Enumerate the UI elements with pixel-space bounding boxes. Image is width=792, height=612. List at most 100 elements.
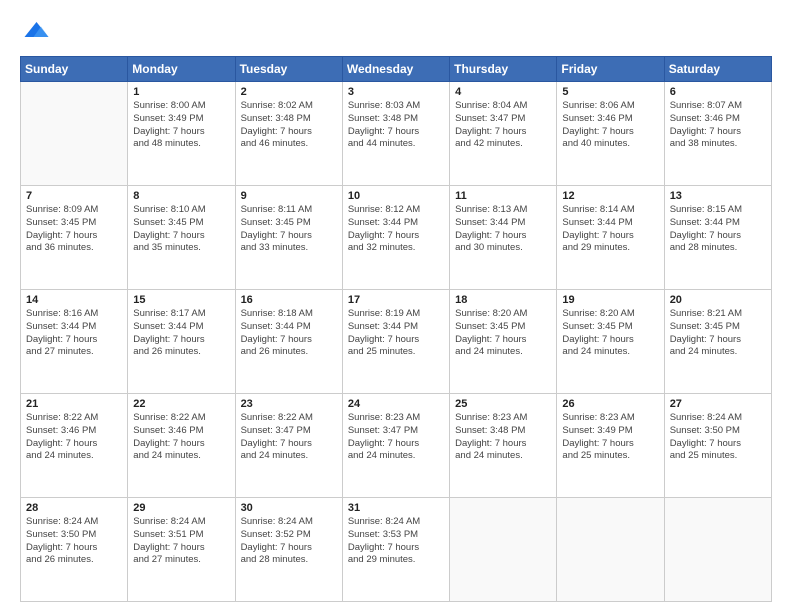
day-info: Sunrise: 8:16 AM Sunset: 3:44 PM Dayligh… — [26, 308, 122, 359]
calendar-cell: 19 Sunrise: 8:20 AM Sunset: 3:45 PM Dayli… — [557, 290, 664, 394]
day-number: 7 — [26, 190, 122, 202]
day-number: 15 — [133, 294, 229, 306]
day-number: 4 — [455, 86, 551, 98]
day-info: Sunrise: 8:24 AM Sunset: 3:50 PM Dayligh… — [670, 412, 766, 463]
day-number: 1 — [133, 86, 229, 98]
header — [20, 16, 772, 46]
day-number: 18 — [455, 294, 551, 306]
calendar-week-row: 14Sunrise: 8:16 AM Sunset: 3:44 PM Dayli… — [21, 290, 772, 394]
day-info: Sunrise: 8:12 AM Sunset: 3:44 PM Dayligh… — [348, 204, 444, 255]
calendar-cell: 24 Sunrise: 8:23 AM Sunset: 3:47 PM Dayli… — [342, 394, 449, 498]
calendar-cell: 27Sunrise: 8:24 AM Sunset: 3:50 PM Dayli… — [664, 394, 771, 498]
day-info: Sunrise: 8:17 AM Sunset: 3:44 PM Dayligh… — [133, 308, 229, 359]
day-number: 28 — [26, 502, 122, 514]
calendar-cell: 31 Sunrise: 8:24 AM Sunset: 3:53 PM Dayli… — [342, 498, 449, 602]
day-number: 26 — [562, 398, 658, 410]
day-number: 10 — [348, 190, 444, 202]
weekday-header-thursday: Thursday — [450, 57, 557, 82]
day-info: Sunrise: 8:13 AM Sunset: 3:44 PM Dayligh… — [455, 204, 551, 255]
calendar-cell: 5 Sunrise: 8:06 AM Sunset: 3:46 PM Daylig… — [557, 82, 664, 186]
day-number: 22 — [133, 398, 229, 410]
day-info: Sunrise: 8:23 AM Sunset: 3:49 PM Dayligh… — [562, 412, 658, 463]
calendar-cell: 3 Sunrise: 8:03 AM Sunset: 3:48 PM Daylig… — [342, 82, 449, 186]
day-info: Sunrise: 8:18 AM Sunset: 3:44 PM Dayligh… — [241, 308, 337, 359]
page: SundayMondayTuesdayWednesdayThursdayFrid… — [0, 0, 792, 612]
weekday-header-monday: Monday — [128, 57, 235, 82]
calendar-week-row: 7 Sunrise: 8:09 AM Sunset: 3:45 PM Daylig… — [21, 186, 772, 290]
day-info: Sunrise: 8:15 AM Sunset: 3:44 PM Dayligh… — [670, 204, 766, 255]
calendar-cell — [557, 498, 664, 602]
day-info: Sunrise: 8:24 AM Sunset: 3:53 PM Dayligh… — [348, 516, 444, 567]
day-number: 13 — [670, 190, 766, 202]
calendar-cell: 2 Sunrise: 8:02 AM Sunset: 3:48 PM Daylig… — [235, 82, 342, 186]
day-info: Sunrise: 8:00 AM Sunset: 3:49 PM Dayligh… — [133, 100, 229, 151]
calendar-cell: 29Sunrise: 8:24 AM Sunset: 3:51 PM Dayli… — [128, 498, 235, 602]
calendar-cell: 23Sunrise: 8:22 AM Sunset: 3:47 PM Dayli… — [235, 394, 342, 498]
day-info: Sunrise: 8:20 AM Sunset: 3:45 PM Dayligh… — [562, 308, 658, 359]
weekday-header-friday: Friday — [557, 57, 664, 82]
calendar-cell — [21, 82, 128, 186]
weekday-header-saturday: Saturday — [664, 57, 771, 82]
day-number: 3 — [348, 86, 444, 98]
day-info: Sunrise: 8:14 AM Sunset: 3:44 PM Dayligh… — [562, 204, 658, 255]
calendar-cell: 6 Sunrise: 8:07 AM Sunset: 3:46 PM Daylig… — [664, 82, 771, 186]
day-number: 20 — [670, 294, 766, 306]
calendar-cell: 12 Sunrise: 8:14 AM Sunset: 3:44 PM Dayli… — [557, 186, 664, 290]
weekday-header-tuesday: Tuesday — [235, 57, 342, 82]
day-info: Sunrise: 8:19 AM Sunset: 3:44 PM Dayligh… — [348, 308, 444, 359]
day-number: 31 — [348, 502, 444, 514]
calendar-cell: 20 Sunrise: 8:21 AM Sunset: 3:45 PM Dayli… — [664, 290, 771, 394]
day-number: 25 — [455, 398, 551, 410]
calendar-cell: 7 Sunrise: 8:09 AM Sunset: 3:45 PM Daylig… — [21, 186, 128, 290]
day-info: Sunrise: 8:23 AM Sunset: 3:47 PM Dayligh… — [348, 412, 444, 463]
day-info: Sunrise: 8:09 AM Sunset: 3:45 PM Dayligh… — [26, 204, 122, 255]
calendar-cell: 28Sunrise: 8:24 AM Sunset: 3:50 PM Dayli… — [21, 498, 128, 602]
weekday-header-row: SundayMondayTuesdayWednesdayThursdayFrid… — [21, 57, 772, 82]
calendar-week-row: 1 Sunrise: 8:00 AM Sunset: 3:49 PM Daylig… — [21, 82, 772, 186]
day-info: Sunrise: 8:04 AM Sunset: 3:47 PM Dayligh… — [455, 100, 551, 151]
calendar-cell: 15 Sunrise: 8:17 AM Sunset: 3:44 PM Dayli… — [128, 290, 235, 394]
calendar-cell: 4 Sunrise: 8:04 AM Sunset: 3:47 PM Daylig… — [450, 82, 557, 186]
calendar-cell: 26 Sunrise: 8:23 AM Sunset: 3:49 PM Dayli… — [557, 394, 664, 498]
day-number: 16 — [241, 294, 337, 306]
calendar-week-row: 28Sunrise: 8:24 AM Sunset: 3:50 PM Dayli… — [21, 498, 772, 602]
day-number: 24 — [348, 398, 444, 410]
day-number: 9 — [241, 190, 337, 202]
day-number: 2 — [241, 86, 337, 98]
calendar-cell: 22Sunrise: 8:22 AM Sunset: 3:46 PM Dayli… — [128, 394, 235, 498]
day-number: 23 — [241, 398, 337, 410]
day-info: Sunrise: 8:23 AM Sunset: 3:48 PM Dayligh… — [455, 412, 551, 463]
day-info: Sunrise: 8:06 AM Sunset: 3:46 PM Dayligh… — [562, 100, 658, 151]
calendar-cell: 13 Sunrise: 8:15 AM Sunset: 3:44 PM Dayli… — [664, 186, 771, 290]
calendar-cell: 1 Sunrise: 8:00 AM Sunset: 3:49 PM Daylig… — [128, 82, 235, 186]
day-info: Sunrise: 8:10 AM Sunset: 3:45 PM Dayligh… — [133, 204, 229, 255]
calendar-cell: 17Sunrise: 8:19 AM Sunset: 3:44 PM Dayli… — [342, 290, 449, 394]
calendar-cell: 18 Sunrise: 8:20 AM Sunset: 3:45 PM Dayli… — [450, 290, 557, 394]
day-number: 19 — [562, 294, 658, 306]
calendar-cell: 25 Sunrise: 8:23 AM Sunset: 3:48 PM Dayli… — [450, 394, 557, 498]
day-number: 5 — [562, 86, 658, 98]
calendar-cell: 16 Sunrise: 8:18 AM Sunset: 3:44 PM Dayli… — [235, 290, 342, 394]
calendar-cell: 14Sunrise: 8:16 AM Sunset: 3:44 PM Dayli… — [21, 290, 128, 394]
day-number: 8 — [133, 190, 229, 202]
calendar-table: SundayMondayTuesdayWednesdayThursdayFrid… — [20, 56, 772, 602]
logo-icon — [20, 16, 50, 46]
day-number: 30 — [241, 502, 337, 514]
weekday-header-wednesday: Wednesday — [342, 57, 449, 82]
calendar-cell: 10 Sunrise: 8:12 AM Sunset: 3:44 PM Dayli… — [342, 186, 449, 290]
calendar-cell — [664, 498, 771, 602]
day-number: 21 — [26, 398, 122, 410]
calendar-cell: 11 Sunrise: 8:13 AM Sunset: 3:44 PM Dayli… — [450, 186, 557, 290]
day-number: 29 — [133, 502, 229, 514]
day-number: 12 — [562, 190, 658, 202]
day-info: Sunrise: 8:11 AM Sunset: 3:45 PM Dayligh… — [241, 204, 337, 255]
day-info: Sunrise: 8:20 AM Sunset: 3:45 PM Dayligh… — [455, 308, 551, 359]
day-info: Sunrise: 8:21 AM Sunset: 3:45 PM Dayligh… — [670, 308, 766, 359]
day-info: Sunrise: 8:07 AM Sunset: 3:46 PM Dayligh… — [670, 100, 766, 151]
calendar-week-row: 21Sunrise: 8:22 AM Sunset: 3:46 PM Dayli… — [21, 394, 772, 498]
day-number: 6 — [670, 86, 766, 98]
day-number: 11 — [455, 190, 551, 202]
calendar-cell: 21Sunrise: 8:22 AM Sunset: 3:46 PM Dayli… — [21, 394, 128, 498]
day-info: Sunrise: 8:02 AM Sunset: 3:48 PM Dayligh… — [241, 100, 337, 151]
day-info: Sunrise: 8:03 AM Sunset: 3:48 PM Dayligh… — [348, 100, 444, 151]
